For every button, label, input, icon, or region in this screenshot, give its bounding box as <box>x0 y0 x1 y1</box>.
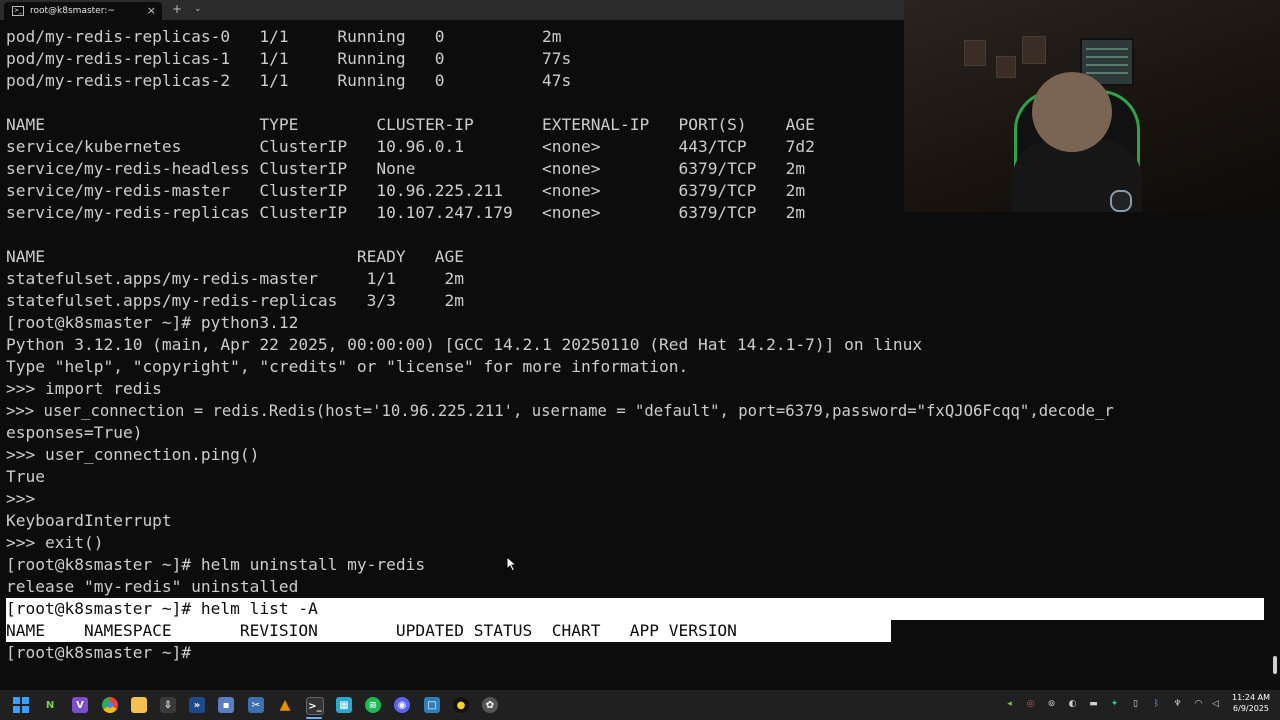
wall-frame <box>964 40 986 66</box>
terminal-line: service/my-redis-headless ClusterIP None… <box>6 159 806 178</box>
terminal-line: service/kubernetes ClusterIP 10.96.0.1 <… <box>6 137 815 156</box>
clock-time: 11:24 AM <box>1232 693 1270 702</box>
terminal-prompt[interactable]: [root@k8smaster ~]# <box>6 642 201 664</box>
calculator-icon[interactable]: ▦ <box>336 697 352 713</box>
terminal-line: >>> <box>6 489 36 508</box>
terminal-tab-icon: >_ <box>12 6 24 16</box>
terminal-line: pod/my-redis-replicas-1 1/1 Running 0 77… <box>6 49 572 68</box>
terminal-icon[interactable]: >_ <box>306 697 324 715</box>
webcam-overlay <box>904 0 1280 212</box>
tray-vpn-icon[interactable]: ⊚ <box>1046 699 1057 710</box>
wall-frame <box>996 56 1016 78</box>
close-tab-icon[interactable]: × <box>147 4 156 17</box>
terminal-line: NAME TYPE CLUSTER-IP EXTERNAL-IP PORT(S)… <box>6 115 815 134</box>
vlc-icon[interactable]: ▲ <box>277 697 293 713</box>
microphone-icon[interactable]: ♆ <box>1172 699 1183 710</box>
start-icon[interactable] <box>13 697 29 713</box>
terminal-line: >>> exit() <box>6 533 104 552</box>
tray-record-icon[interactable]: ◎ <box>1025 699 1036 710</box>
terminal-line: [root@k8smaster ~]# python3.12 <box>6 313 299 332</box>
tray-usb-icon[interactable]: ▯ <box>1130 699 1141 710</box>
volume-icon[interactable]: ◁ <box>1210 699 1221 710</box>
terminal-line: pod/my-redis-replicas-2 1/1 Running 0 47… <box>6 71 572 90</box>
terminal-line: statefulset.apps/my-redis-master 1/1 2m <box>6 269 465 288</box>
discord-icon[interactable]: ◉ <box>394 697 410 713</box>
shirt-logo <box>1110 190 1132 212</box>
save-icon[interactable]: ▪ <box>218 697 234 713</box>
terminal-line: KeyboardInterrupt <box>6 511 172 530</box>
terminal-line: pod/my-redis-replicas-0 1/1 Running 0 2m <box>6 27 562 46</box>
github-icon[interactable]: ✿ <box>482 697 498 713</box>
tray-sync-icon[interactable]: ✦ <box>1109 699 1120 710</box>
notepad-plus-icon[interactable]: N <box>42 697 58 713</box>
terminal-line: statefulset.apps/my-redis-replicas 3/3 2… <box>6 291 465 310</box>
tab-dropdown-icon[interactable]: ⌄ <box>194 4 202 14</box>
terminal-line: NAME READY AGE <box>6 247 465 266</box>
terminal-line: >>> import redis <box>6 379 162 398</box>
terminal-line: [root@k8smaster ~]# helm uninstall my-re… <box>6 555 426 574</box>
record-icon[interactable]: ● <box>453 697 469 713</box>
selected-terminal-line: [root@k8smaster ~]# helm list -A <box>6 598 1264 620</box>
file-explorer-icon[interactable] <box>131 697 147 713</box>
terminal-line: Type "help", "copyright", "credits" or "… <box>6 357 689 376</box>
app-square-icon[interactable]: □ <box>424 697 440 713</box>
new-tab-button[interactable]: + <box>172 2 182 16</box>
tray-app-icon[interactable]: ◂ <box>1004 699 1015 710</box>
wall-frame <box>1022 36 1046 64</box>
terminal-line: esponses=True) <box>6 423 143 442</box>
terminal-line: service/my-redis-master ClusterIP 10.96.… <box>6 181 806 200</box>
terminal-line: Python 3.12.10 (main, Apr 22 2025, 00:00… <box>6 335 923 354</box>
taskbar-clock[interactable]: 11:24 AM 6/9/2025 <box>1226 692 1276 714</box>
spotify-icon[interactable]: ≋ <box>365 697 381 713</box>
clock-date: 6/9/2025 <box>1233 704 1269 713</box>
selected-terminal-line: NAME NAMESPACE REVISION UPDATED STATUS C… <box>6 620 891 642</box>
snipping-icon[interactable]: ✂ <box>248 697 264 713</box>
bluetooth-icon[interactable]: ᛒ <box>1151 699 1162 710</box>
active-app-indicator <box>306 717 322 719</box>
terminal-line: release "my-redis" uninstalled <box>6 577 299 596</box>
tab-title: root@k8smaster:~ <box>30 6 115 16</box>
terminal-line: True <box>6 467 45 486</box>
mouse-cursor-icon <box>506 556 518 572</box>
person-head <box>1032 72 1112 152</box>
tray-steam-icon[interactable]: ◐ <box>1067 699 1078 710</box>
app-icon[interactable]: ⇩ <box>160 697 176 713</box>
taskbar: N V ⇩ » ▪ ✂ ▲ >_ ▦ ≋ ◉ □ ● ✿ ◂ ◎ ⊚ ◐ ▬ ✦… <box>0 690 1280 720</box>
wifi-icon[interactable]: ◠ <box>1193 699 1204 710</box>
terminal-line: service/my-redis-replicas ClusterIP 10.1… <box>6 203 806 222</box>
terminal-tab[interactable]: >_ root@k8smaster:~ × <box>4 2 162 20</box>
terminal-line: >>> user_connection = redis.Redis(host='… <box>6 402 1114 420</box>
chrome-icon[interactable] <box>102 697 118 713</box>
visual-studio-icon[interactable]: V <box>72 697 88 713</box>
tray-network-drive-icon[interactable]: ▬ <box>1088 699 1099 710</box>
terminal-line: >>> user_connection.ping() <box>6 445 260 464</box>
terminal-app-icon[interactable]: » <box>189 697 205 713</box>
scrollbar-thumb[interactable] <box>1273 656 1277 674</box>
